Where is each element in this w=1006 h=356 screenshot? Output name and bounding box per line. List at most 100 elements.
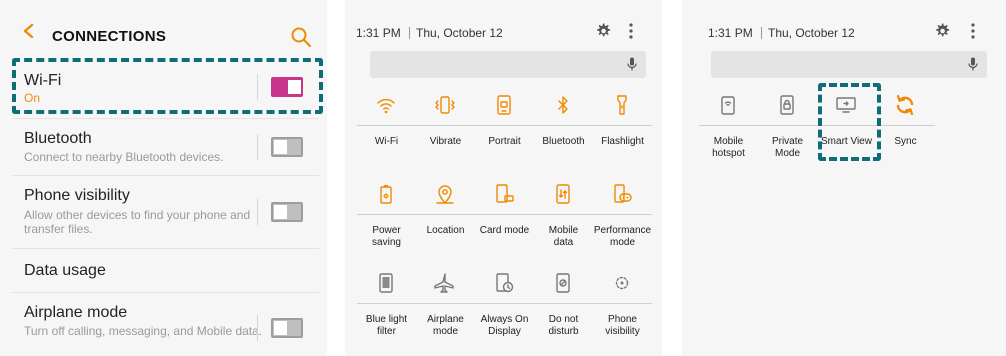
quick-tile-always-on-display[interactable]: Always On Display bbox=[474, 271, 535, 356]
toggle-knob bbox=[274, 205, 287, 219]
tile-label: Sync bbox=[875, 136, 936, 148]
search-icon[interactable] bbox=[290, 26, 312, 48]
tile-label-line1: Performance bbox=[593, 225, 652, 236]
connections-header: CONNECTIONS bbox=[0, 0, 327, 55]
status-date: Thu, October 12 bbox=[768, 26, 855, 40]
quick-tile-card-mode[interactable]: Card mode bbox=[474, 182, 535, 271]
quick-tile-phone-visibility[interactable]: Phone visibility bbox=[592, 271, 653, 356]
search-bar[interactable] bbox=[370, 51, 646, 78]
status-separator bbox=[409, 27, 410, 39]
tile-label-line1: Card mode bbox=[479, 225, 530, 236]
sync-icon bbox=[893, 93, 917, 117]
quick-tile-power-saving[interactable]: Power saving bbox=[356, 182, 417, 271]
wifi-icon bbox=[374, 93, 398, 117]
tile-label: Performance mode bbox=[592, 225, 653, 249]
tile-label-line1: Wi-Fi bbox=[374, 136, 399, 147]
tile-divider bbox=[416, 303, 475, 304]
quick-tile-private-mode[interactable]: Private Mode bbox=[757, 93, 818, 182]
airplane-mode-subtitle: Turn off calling, messaging, and Mobile … bbox=[24, 324, 263, 338]
tile-divider bbox=[357, 214, 416, 215]
divider bbox=[257, 315, 258, 341]
tile-label: Phone visibility bbox=[592, 314, 653, 338]
airplane-mode-row[interactable]: Airplane mode Turn off calling, messagin… bbox=[12, 294, 319, 354]
data-usage-title: Data usage bbox=[24, 262, 106, 279]
airplane-mode-toggle[interactable] bbox=[271, 318, 303, 338]
bluetooth-row[interactable]: Bluetooth Connect to nearby Bluetooth de… bbox=[12, 120, 319, 174]
quick-tile-mobile-hotspot[interactable]: Mobile hotspot bbox=[698, 93, 759, 182]
phone-visibility-toggle[interactable] bbox=[271, 202, 303, 222]
private-mode-icon bbox=[775, 93, 799, 117]
quick-tile-bluetooth[interactable]: Bluetooth bbox=[533, 93, 594, 182]
tile-divider bbox=[593, 303, 652, 304]
divider bbox=[12, 292, 319, 293]
gear-icon[interactable] bbox=[933, 22, 951, 40]
divider bbox=[12, 118, 319, 119]
quick-panel-page-two: 1:31 PM Thu, October 12 Mobile hotspot Pri… bbox=[682, 0, 1006, 356]
tile-label: Airplane mode bbox=[415, 314, 476, 338]
quick-tile-blue-light-filter[interactable]: Blue light filter bbox=[356, 271, 417, 356]
airplane-icon bbox=[433, 271, 457, 295]
bluetooth-icon bbox=[551, 93, 575, 117]
tile-label: Blue light filter bbox=[356, 314, 417, 338]
tile-divider bbox=[416, 214, 475, 215]
tile-label-line1: Private bbox=[771, 136, 804, 147]
quick-tile-portrait[interactable]: Portrait bbox=[474, 93, 535, 182]
tile-label-line1: Flashlight bbox=[601, 136, 644, 147]
tile-label-line1: Mobile bbox=[548, 225, 579, 236]
quick-tile-do-not-disturb[interactable]: Do not disturb bbox=[533, 271, 594, 356]
bluetooth-subtitle: Connect to nearby Bluetooth devices. bbox=[24, 150, 224, 164]
quick-panel-expanded: 1:31 PM Thu, October 12 Wi-Fi Vibrate Port… bbox=[345, 0, 662, 356]
microphone-icon[interactable] bbox=[968, 57, 978, 71]
quick-tile-flashlight[interactable]: Flashlight bbox=[592, 93, 653, 182]
back-arrow-icon[interactable] bbox=[22, 24, 36, 38]
tile-divider bbox=[475, 125, 534, 126]
more-options-icon[interactable] bbox=[971, 23, 975, 39]
portrait-icon bbox=[492, 93, 516, 117]
gear-icon[interactable] bbox=[594, 22, 612, 40]
tile-label-line2: Mode bbox=[774, 148, 800, 159]
tile-label-line1: Portrait bbox=[488, 136, 521, 147]
tile-divider bbox=[593, 125, 652, 126]
tile-divider bbox=[534, 125, 593, 126]
divider bbox=[257, 134, 258, 160]
tile-label-line1: Phone bbox=[608, 314, 637, 325]
tile-label-line1: Location bbox=[426, 225, 465, 236]
tile-divider bbox=[699, 125, 758, 126]
more-options-icon[interactable] bbox=[629, 23, 633, 39]
search-bar[interactable] bbox=[711, 51, 987, 78]
quick-tile-sync[interactable]: Sync bbox=[875, 93, 936, 182]
quick-tile-location[interactable]: Location bbox=[415, 182, 476, 271]
quick-tile-airplane[interactable]: Airplane mode bbox=[415, 271, 476, 356]
mobile-hotspot-icon bbox=[716, 93, 740, 117]
divider bbox=[12, 175, 319, 176]
quick-tile-wifi[interactable]: Wi-Fi bbox=[356, 93, 417, 182]
tile-label: Power saving bbox=[356, 225, 417, 249]
status-time: 1:31 PM bbox=[356, 26, 401, 40]
tile-label: Mobile data bbox=[533, 225, 594, 249]
tile-divider bbox=[475, 214, 534, 215]
tile-label-line2: saving bbox=[372, 237, 401, 248]
performance-mode-icon bbox=[610, 182, 634, 206]
bluetooth-toggle[interactable] bbox=[271, 137, 303, 157]
tile-label-line1: Bluetooth bbox=[542, 136, 585, 147]
tile-divider bbox=[357, 303, 416, 304]
mobile-data-icon bbox=[551, 182, 575, 206]
quick-tile-vibrate[interactable]: Vibrate bbox=[415, 93, 476, 182]
tile-label: Location bbox=[415, 225, 476, 237]
tile-divider bbox=[593, 214, 652, 215]
tile-label-line2: visibility bbox=[605, 326, 640, 337]
location-icon bbox=[433, 182, 457, 206]
always-on-display-icon bbox=[492, 271, 516, 295]
quick-tile-performance-mode[interactable]: Performance mode bbox=[592, 182, 653, 271]
airplane-mode-title: Airplane mode bbox=[24, 304, 128, 321]
tile-divider bbox=[475, 303, 534, 304]
card-mode-icon bbox=[492, 182, 516, 206]
quick-tile-mobile-data[interactable]: Mobile data bbox=[533, 182, 594, 271]
data-usage-row[interactable]: Data usage bbox=[12, 250, 319, 292]
flashlight-icon bbox=[610, 93, 634, 117]
status-time: 1:31 PM bbox=[708, 26, 753, 40]
blue-light-filter-icon bbox=[374, 271, 398, 295]
phone-visibility-row[interactable]: Phone visibility Allow other devices to … bbox=[12, 177, 319, 247]
vibrate-icon bbox=[433, 93, 457, 117]
microphone-icon[interactable] bbox=[627, 57, 637, 71]
